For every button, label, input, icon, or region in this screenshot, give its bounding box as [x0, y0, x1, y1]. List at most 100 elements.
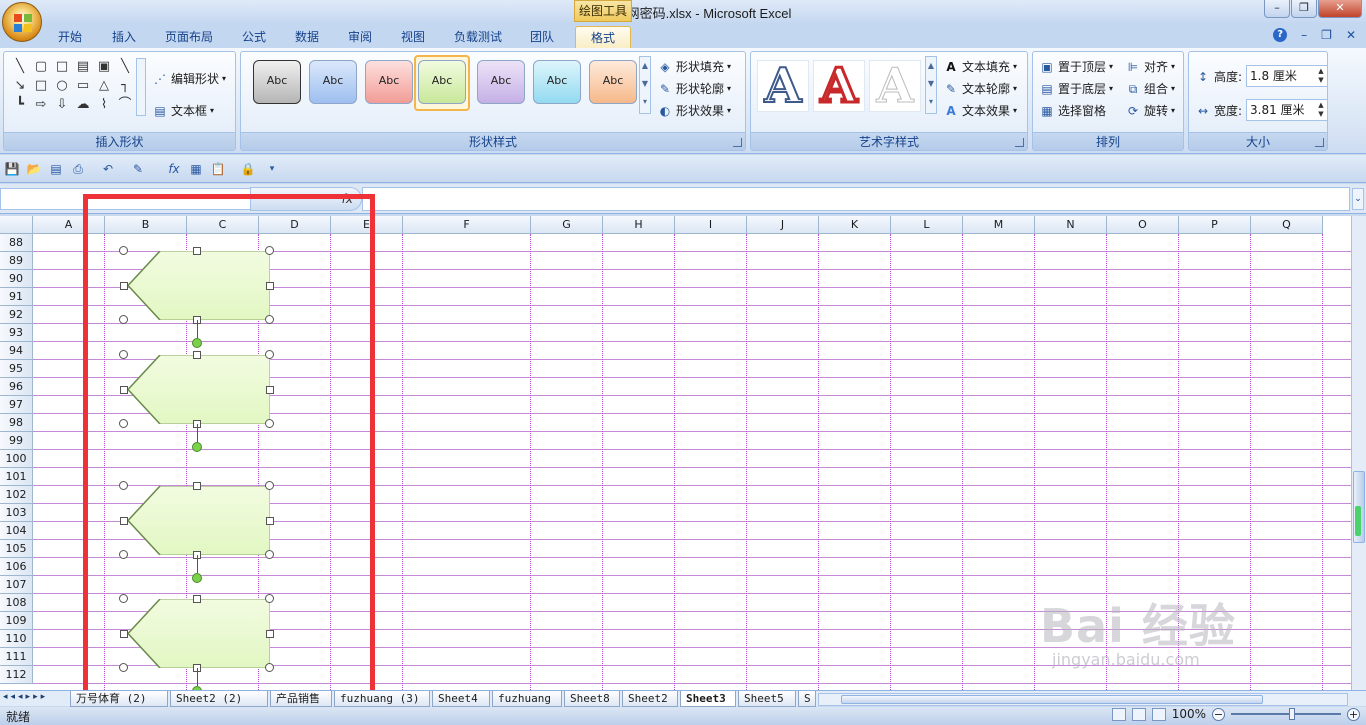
row-header-107[interactable]: 107: [0, 576, 33, 594]
column-header-h[interactable]: H: [603, 216, 675, 234]
tab-data[interactable]: 数据: [287, 26, 327, 48]
cloud-shape-icon[interactable]: ☁: [73, 96, 93, 114]
print-preview-icon[interactable]: ▤: [48, 161, 64, 177]
style-blue[interactable]: Abc: [309, 60, 357, 104]
select-all-corner[interactable]: [0, 216, 33, 234]
elbow-shape-icon[interactable]: ┐: [115, 77, 135, 95]
row-header-109[interactable]: 109: [0, 612, 33, 630]
row-header-111[interactable]: 111: [0, 648, 33, 666]
selection-pane-button[interactable]: ▦ 选择窗格: [1039, 102, 1106, 119]
rounded-rect-shape-icon[interactable]: ▢: [31, 58, 51, 76]
ribbon-restore-icon[interactable]: ❐: [1321, 28, 1332, 42]
down-arrow-shape-icon[interactable]: ⇩: [52, 96, 72, 114]
row-header-94[interactable]: 94: [0, 342, 33, 360]
sheet-tab[interactable]: Sheet8: [564, 691, 620, 707]
sheet-tab[interactable]: Sheet4: [432, 691, 490, 707]
sheet-tab[interactable]: 万号体育 (2): [70, 691, 168, 707]
column-header-g[interactable]: G: [531, 216, 603, 234]
column-header-i[interactable]: I: [675, 216, 747, 234]
row-header-112[interactable]: 112: [0, 666, 33, 684]
height-spinner[interactable]: ▲ ▼: [1316, 67, 1326, 85]
format-painter-icon[interactable]: ✎: [130, 161, 146, 177]
sheet-tab[interactable]: S: [798, 691, 816, 707]
text-outline-button[interactable]: ✎ 文本轮廓 ▾: [943, 80, 1017, 97]
expand-formula-icon[interactable]: ⌄: [1352, 188, 1364, 210]
sheet-nav-buttons[interactable]: ◂◂◂▸▸▸: [3, 692, 48, 702]
sheet-tab[interactable]: fuzhuang: [492, 691, 562, 707]
row-header-97[interactable]: 97: [0, 396, 33, 414]
row-header-93[interactable]: 93: [0, 324, 33, 342]
line-shape-icon[interactable]: ╲: [10, 58, 30, 76]
row-header-110[interactable]: 110: [0, 630, 33, 648]
image-shape-icon[interactable]: ▣: [94, 58, 114, 76]
column-header-k[interactable]: K: [819, 216, 891, 234]
tab-format[interactable]: 格式: [575, 26, 631, 48]
table-icon[interactable]: ▦: [188, 161, 204, 177]
text-fill-button[interactable]: A 文本填充 ▾: [943, 58, 1017, 75]
horizontal-scrollbar[interactable]: [818, 693, 1348, 706]
shape-effects-button[interactable]: ◐ 形状效果 ▾: [657, 102, 731, 119]
sheet-tab[interactable]: Sheet5: [738, 691, 796, 707]
align-button[interactable]: ⊫ 对齐 ▾: [1125, 58, 1175, 75]
customize-qat-icon[interactable]: ▾: [264, 161, 280, 177]
freeform-shape-icon[interactable]: ⌇: [94, 96, 114, 114]
row-header-104[interactable]: 104: [0, 522, 33, 540]
tab-team[interactable]: 团队: [522, 26, 562, 48]
wordart-outline-style[interactable]: A: [757, 60, 809, 112]
zoom-out-button[interactable]: −: [1212, 707, 1225, 721]
bring-to-front-button[interactable]: ▣ 置于顶层 ▾: [1039, 58, 1113, 75]
wordart-red-style[interactable]: A: [813, 60, 865, 113]
wordart-white-style[interactable]: A: [869, 60, 921, 112]
column-header-n[interactable]: N: [1035, 216, 1107, 234]
column-header-q[interactable]: Q: [1251, 216, 1323, 234]
size-launcher-icon[interactable]: [1315, 138, 1324, 147]
print-icon[interactable]: ⎙: [70, 161, 86, 177]
column-header-f[interactable]: F: [403, 216, 531, 234]
formula-input[interactable]: [362, 187, 1350, 211]
horizontal-scroll-thumb[interactable]: [841, 695, 1263, 704]
style-red[interactable]: Abc: [365, 60, 413, 104]
page-break-view-button[interactable]: [1151, 707, 1166, 721]
text-box-button[interactable]: ▤ 文本框 ▾: [152, 102, 214, 119]
send-to-back-button[interactable]: ▤ 置于底层 ▾: [1039, 80, 1113, 97]
style-purple[interactable]: Abc: [477, 60, 525, 104]
row-header-102[interactable]: 102: [0, 486, 33, 504]
row-header-95[interactable]: 95: [0, 360, 33, 378]
row-header-89[interactable]: 89: [0, 252, 33, 270]
square-shape-icon[interactable]: □: [31, 77, 51, 95]
row-header-91[interactable]: 91: [0, 288, 33, 306]
width-input[interactable]: 3.81 厘米 ▲ ▼: [1246, 99, 1328, 121]
zoom-in-button[interactable]: +: [1347, 707, 1360, 721]
row-header-96[interactable]: 96: [0, 378, 33, 396]
wordart-gallery-scroll[interactable]: ▲ ▼ ▾: [925, 56, 937, 114]
sheet-tab[interactable]: Sheet2 (2): [170, 691, 268, 707]
tab-view[interactable]: 视图: [393, 26, 433, 48]
style-gallery-scroll[interactable]: ▲ ▼ ▾: [639, 56, 651, 114]
row-header-98[interactable]: 98: [0, 414, 33, 432]
close-button[interactable]: ✕: [1318, 0, 1362, 18]
rotate-button[interactable]: ⟳ 旋转 ▾: [1125, 102, 1175, 119]
oval-shape-icon[interactable]: ○: [52, 77, 72, 95]
tab-insert[interactable]: 插入: [104, 26, 144, 48]
textbox-shape-icon[interactable]: ▤: [73, 58, 93, 76]
rounded-shape-icon[interactable]: ▭: [73, 77, 93, 95]
shape-gallery-scroll[interactable]: [136, 58, 146, 116]
height-input[interactable]: 1.8 厘米 ▲ ▼: [1246, 65, 1328, 87]
right-arrow-shape-icon[interactable]: ⇨: [31, 96, 51, 114]
undo-icon[interactable]: ↶: [100, 161, 116, 177]
row-header-101[interactable]: 101: [0, 468, 33, 486]
sheet-tab[interactable]: Sheet2: [622, 691, 678, 707]
zoom-slider[interactable]: [1231, 708, 1341, 720]
tab-load-test[interactable]: 负载测试: [447, 26, 509, 48]
wordart-launcher-icon[interactable]: [1015, 138, 1024, 147]
tab-review[interactable]: 审阅: [340, 26, 380, 48]
line2-shape-icon[interactable]: ╲: [115, 58, 135, 76]
page-layout-view-button[interactable]: [1131, 707, 1146, 721]
ribbon-close-icon[interactable]: ✕: [1346, 28, 1356, 42]
text-effects-button[interactable]: A 文本效果 ▾: [943, 102, 1017, 119]
vertical-scrollbar[interactable]: [1351, 216, 1366, 690]
sheet-tab[interactable]: 产品销售: [270, 691, 332, 707]
row-header-100[interactable]: 100: [0, 450, 33, 468]
row-header-88[interactable]: 88: [0, 234, 33, 252]
help-icon[interactable]: ?: [1273, 28, 1288, 42]
